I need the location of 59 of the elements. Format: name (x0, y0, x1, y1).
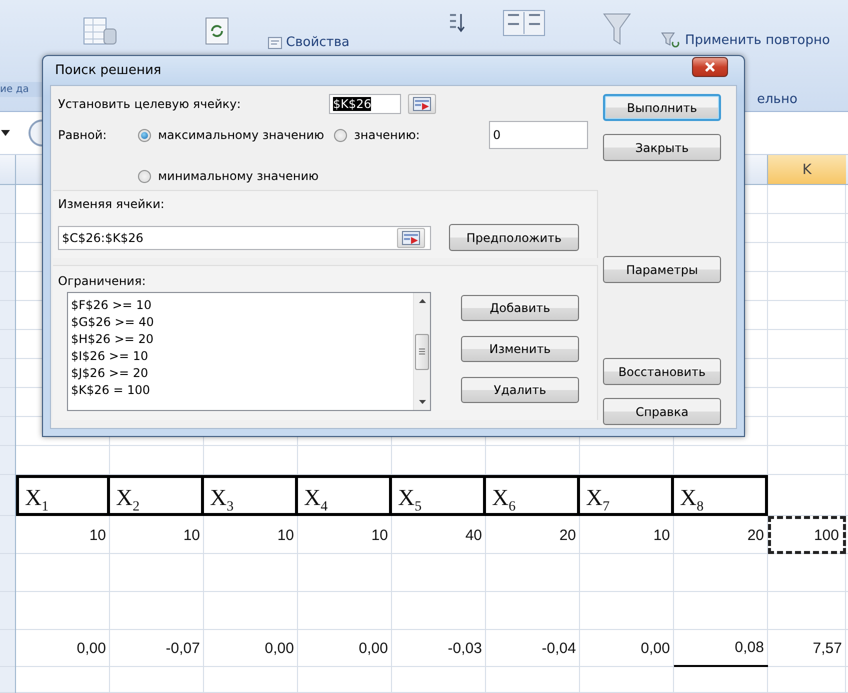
reapply-command[interactable]: Применить повторно (685, 32, 830, 48)
variable-label: X$_{4}$ (298, 475, 392, 516)
cell-value: 10 (182, 526, 201, 546)
constraint-item[interactable]: $F$26 >= 10 (71, 297, 410, 314)
radio-label[interactable]: минимальному значению (158, 169, 319, 183)
cell-value: 0,00 (640, 639, 671, 659)
cell-value: 10 (370, 526, 389, 546)
constraints-list[interactable]: $F$26 >= 10 $G$26 >= 40 $H$26 >= 20 $I$26 >= 10 $J$26 >= 20 $K$26 = 100 (67, 292, 431, 411)
properties-command[interactable]: Свойства (286, 35, 350, 50)
dialog-button[interactable]: Восстановить (603, 358, 721, 385)
cell-value: 7,57 (812, 639, 843, 659)
constraint-button[interactable]: Удалить (461, 377, 579, 403)
copied-cell[interactable]: 100 (768, 516, 846, 554)
ribbon-command[interactable]: ельно (757, 92, 798, 107)
input-field[interactable]: 0 (489, 121, 588, 149)
variable-label: X$_{3}$ (204, 475, 298, 516)
column-header[interactable]: K (768, 155, 846, 185)
variable-label: X$_{6}$ (486, 475, 580, 516)
cell-value: 10 (88, 526, 107, 546)
cell-value: 0,08 (674, 630, 768, 667)
section-label: Ограничения: (58, 274, 146, 288)
cell-value: 40 (464, 526, 483, 546)
cell-value: 0,00 (358, 639, 389, 659)
cell-value: 20 (746, 526, 765, 546)
cell-value: -0,04 (540, 639, 577, 659)
dialog-button[interactable]: Параметры (603, 256, 721, 283)
variable-label: X$_{1}$ (16, 475, 110, 516)
guess-button[interactable]: Предположить (449, 224, 579, 251)
cell-value: 10 (652, 526, 671, 546)
section-label: Изменяя ячейки: (58, 197, 164, 211)
variable-label: X$_{2}$ (110, 475, 204, 516)
group-label: ие да (0, 82, 42, 97)
cell-value: -0,03 (446, 639, 483, 659)
variable-label: X$_{5}$ (392, 475, 486, 516)
cell-value: 10 (276, 526, 295, 546)
window-title: Поиск решения (55, 63, 162, 78)
cell-value: -0,07 (164, 639, 201, 659)
cell-value: 20 (558, 526, 577, 546)
field-label: Равной: (58, 128, 108, 142)
constraint-button[interactable]: Добавить (461, 295, 579, 321)
variable-label: X$_{8}$ (674, 475, 768, 516)
constraint-button[interactable]: Изменить (461, 336, 579, 362)
radio-label[interactable]: максимальному значению (158, 128, 324, 142)
dialog-button[interactable]: Выполнить (603, 94, 721, 121)
dialog-button[interactable]: Справка (603, 398, 721, 425)
radio-label[interactable]: значению: (354, 128, 420, 142)
constraint-item[interactable]: $G$26 >= 40 (71, 314, 410, 331)
variable-label: X$_{7}$ (580, 475, 674, 516)
dialog-button[interactable]: Закрыть (603, 134, 721, 161)
cell-value: 0,00 (264, 639, 295, 659)
constraint-item[interactable]: $I$26 >= 10 (71, 348, 410, 365)
constraint-item[interactable]: $K$26 = 100 (71, 382, 410, 399)
input-field[interactable]: $K$26 (329, 94, 401, 114)
constraint-item[interactable]: $J$26 >= 20 (71, 365, 410, 382)
selected-text: $K$26 (333, 97, 372, 111)
field-label: Установить целевую ячейку: (58, 97, 242, 111)
cell-value: 0,00 (76, 639, 107, 659)
input-field[interactable]: $C$26:$K$26 (58, 226, 431, 250)
constraint-item[interactable]: $H$26 >= 20 (71, 331, 410, 348)
